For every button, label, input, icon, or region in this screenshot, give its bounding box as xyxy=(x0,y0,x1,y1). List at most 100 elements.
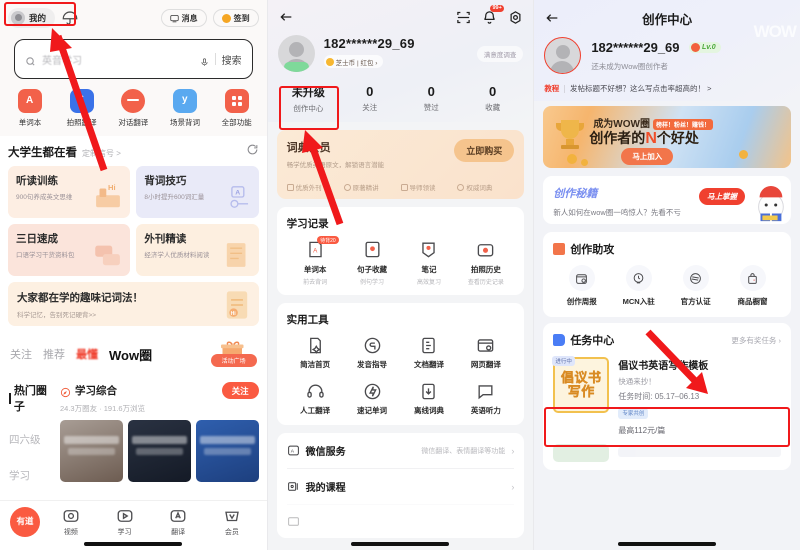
sidebar-item-cet[interactable]: 四六级 xyxy=(9,432,56,447)
quick-action-camera-translate[interactable]: C 拍照翻译 xyxy=(60,89,104,128)
card-title: 大家都在学的趣味记词法！ xyxy=(17,292,143,304)
stat-following[interactable]: 0 关注 xyxy=(339,84,400,114)
help-item-mcn[interactable]: MCN入驻 xyxy=(610,265,667,307)
tool-pronunciation[interactable]: 发音指导 xyxy=(344,336,401,370)
messages-label: 消息 xyxy=(181,13,198,23)
quick-action-wordbook[interactable]: A 单词本 xyxy=(8,89,52,128)
study-item-photo-history[interactable]: 拍照历史 查看历史记录 xyxy=(457,240,514,286)
tools-title: 实用工具 xyxy=(286,314,329,326)
help-item-label: MCN入驻 xyxy=(622,297,655,306)
recommend-card[interactable]: 外刊精读 经济学人优质材料阅读 xyxy=(136,224,259,276)
microphone-icon[interactable] xyxy=(200,54,209,66)
stat-creator-center[interactable]: 未升级 创作中心 xyxy=(278,84,339,114)
task-center-header[interactable]: 任务中心 更多有奖任务 › xyxy=(553,332,781,348)
checkin-button[interactable]: 签到 xyxy=(212,9,259,27)
creator-user-meta: 182******29_69 Lv.0 还未成为Wow圈创作者 xyxy=(591,39,721,72)
back-arrow-icon[interactable] xyxy=(278,9,294,25)
tool-human-translate[interactable]: 人工翻译 xyxy=(287,382,344,416)
survey-chip[interactable]: 满意度调查 xyxy=(476,45,524,62)
shop-window-icon xyxy=(739,265,766,291)
task-item[interactable]: 进行中 倡议书 写作 倡议书英语写作模板 快通来抄！ 任务时间: 05.17–0… xyxy=(552,356,781,436)
follow-button[interactable]: 关注 xyxy=(221,382,259,399)
vip-card[interactable]: 词典会员 畅学优质英语原文，解锁语言潜能 立即购买 优质外刊 原著精讲 导师领读… xyxy=(276,130,525,199)
active-bar xyxy=(9,392,11,404)
study-item-notes[interactable]: 笔记 高效复习 xyxy=(401,240,458,286)
recommend-wide-card[interactable]: 大家都在学的趣味记词法！ 科学记忆，告别死记硬背>> Hi xyxy=(8,282,259,326)
tool-offline-dict[interactable]: 离线词典 xyxy=(401,382,458,416)
tool-quick-words[interactable]: 速记单词 xyxy=(344,382,401,416)
row-partial[interactable] xyxy=(286,504,515,538)
study-item-wordbook[interactable]: A 待背20 单词本 前去背词 xyxy=(287,236,344,286)
join-banner[interactable]: 成为WOW圈 榜样！粉丝！赚钱！ 创作者的N个好处 马上加入 xyxy=(543,106,791,168)
learn-now-button[interactable]: 马上掌握 xyxy=(698,188,745,205)
study-item-sentences[interactable]: 句子收藏 例句学习 xyxy=(344,240,401,286)
task-thumb-line-2: 写作 xyxy=(567,384,595,399)
help-item-official-cert[interactable]: 官方认证 xyxy=(667,265,724,307)
level-label: Lv.0 xyxy=(701,44,716,51)
task-item-next[interactable] xyxy=(553,444,781,462)
row-wechat-service[interactable]: A 微信服务 微信翻译、表情翻译等功能 › xyxy=(287,433,514,468)
recommend-card[interactable]: 听读训练 900句养成英文思维 Hi xyxy=(8,166,131,218)
avatar xyxy=(11,11,25,25)
task-more-link[interactable]: 更多有奖任务 › xyxy=(731,335,781,346)
feed-thumbnail[interactable] xyxy=(195,420,259,482)
search-bar[interactable]: 英音学习 搜索 xyxy=(14,39,253,79)
tool-listening[interactable]: 英语听力 xyxy=(457,382,514,416)
search-button[interactable]: 搜索 xyxy=(222,52,242,67)
mine-label: 我的 xyxy=(29,13,47,23)
feed-thumbnail[interactable] xyxy=(60,420,123,482)
feed-thumbnail[interactable] xyxy=(127,420,191,482)
scene-words-icon: y xyxy=(172,89,197,113)
tool-doc-translate[interactable]: 文档翻译 xyxy=(401,336,458,370)
tutorial-banner[interactable]: 教程 发帖标题不好想？这么写点击率超高的！ > xyxy=(544,83,790,101)
quick-action-all-features[interactable]: 全部功能 xyxy=(215,89,259,128)
messages-button[interactable]: 消息 xyxy=(160,9,207,27)
gift-icon xyxy=(553,243,566,255)
mine-pill-button[interactable]: 我的 xyxy=(8,8,56,28)
scan-icon[interactable] xyxy=(456,10,471,25)
recommend-card[interactable]: 背词技巧 8小时提升600词汇量 A xyxy=(136,166,259,218)
tab-recommend[interactable]: 推荐 xyxy=(43,346,65,362)
tabbar-item-vip[interactable]: 会员 xyxy=(205,507,259,537)
tabbar-item-translate[interactable]: 翻译 xyxy=(151,507,205,537)
avatar[interactable] xyxy=(544,37,582,74)
tool-simple-home[interactable]: 简洁首页 xyxy=(287,336,344,370)
umbrella-icon[interactable] xyxy=(61,9,79,27)
svg-text:A: A xyxy=(290,449,294,455)
tabbar-item-study[interactable]: 学习 xyxy=(98,507,152,537)
tool-label: 简洁首页 xyxy=(300,360,331,369)
bell-icon[interactable]: 99+ xyxy=(482,4,505,25)
quick-action-scene-words[interactable]: y 场景背词 xyxy=(163,89,207,128)
recommend-card[interactable]: 三日速成 口语学习干货资料包 xyxy=(8,224,131,276)
study-item-sub: 前去背词 xyxy=(303,280,328,286)
tabbar-item-video[interactable]: 视频 xyxy=(44,507,98,537)
stat-liked[interactable]: 0 赞过 xyxy=(401,84,462,114)
quick-action-dialog-translate[interactable]: 对话翻译 xyxy=(111,89,155,128)
tool-label: 文档翻译 xyxy=(413,360,444,369)
search-input[interactable]: 英音学习 xyxy=(42,52,194,67)
activity-plaza-button[interactable]: 活动广场 xyxy=(210,341,257,367)
tab-follow[interactable]: 关注 xyxy=(10,346,32,362)
join-now-button[interactable]: 马上加入 xyxy=(621,148,674,165)
row-my-courses[interactable]: 我的课程 › xyxy=(286,468,515,504)
stat-collected[interactable]: 0 收藏 xyxy=(462,84,523,114)
tab-wow-circle[interactable]: Wow圈 xyxy=(109,345,152,364)
creator-tips-card[interactable]: 创作秘籍 新人如何在wow圈一鸣惊人？先看不亏 马上掌握 xyxy=(543,176,791,224)
vip-icon xyxy=(223,507,241,525)
avatar[interactable] xyxy=(277,35,315,72)
tab-best[interactable]: 最懂 xyxy=(76,346,98,362)
help-item-weekly-report[interactable]: 创作周报 xyxy=(553,265,610,307)
coin-badge-label: 芝士币 | 红包 › xyxy=(335,59,378,67)
tool-web-translate[interactable]: 网页翻译 xyxy=(457,336,514,370)
help-item-shop-window[interactable]: 商品橱窗 xyxy=(724,265,781,307)
refresh-icon[interactable] xyxy=(246,143,259,156)
sidebar-item-hot-circles[interactable]: 热门圈子 xyxy=(9,382,56,414)
youdao-logo[interactable]: 有道 xyxy=(10,506,40,537)
sidebar-item-study[interactable]: 学习 xyxy=(9,468,56,483)
buy-now-button[interactable]: 立即购买 xyxy=(454,139,515,162)
recommend-cards-row-2: 三日速成 口语学习干货资料包 外刊精读 经济学人优质材料阅读 xyxy=(8,224,259,276)
profile-hero: 99+ 182******29_69 芝士币 | 红包 › 满意度调查 未升级 … xyxy=(267,0,534,122)
recommend-subtitle[interactable]: 定制信号 > xyxy=(82,148,121,159)
coin-badge[interactable]: 芝士币 | 红包 › xyxy=(323,55,384,69)
settings-icon[interactable] xyxy=(508,10,523,25)
